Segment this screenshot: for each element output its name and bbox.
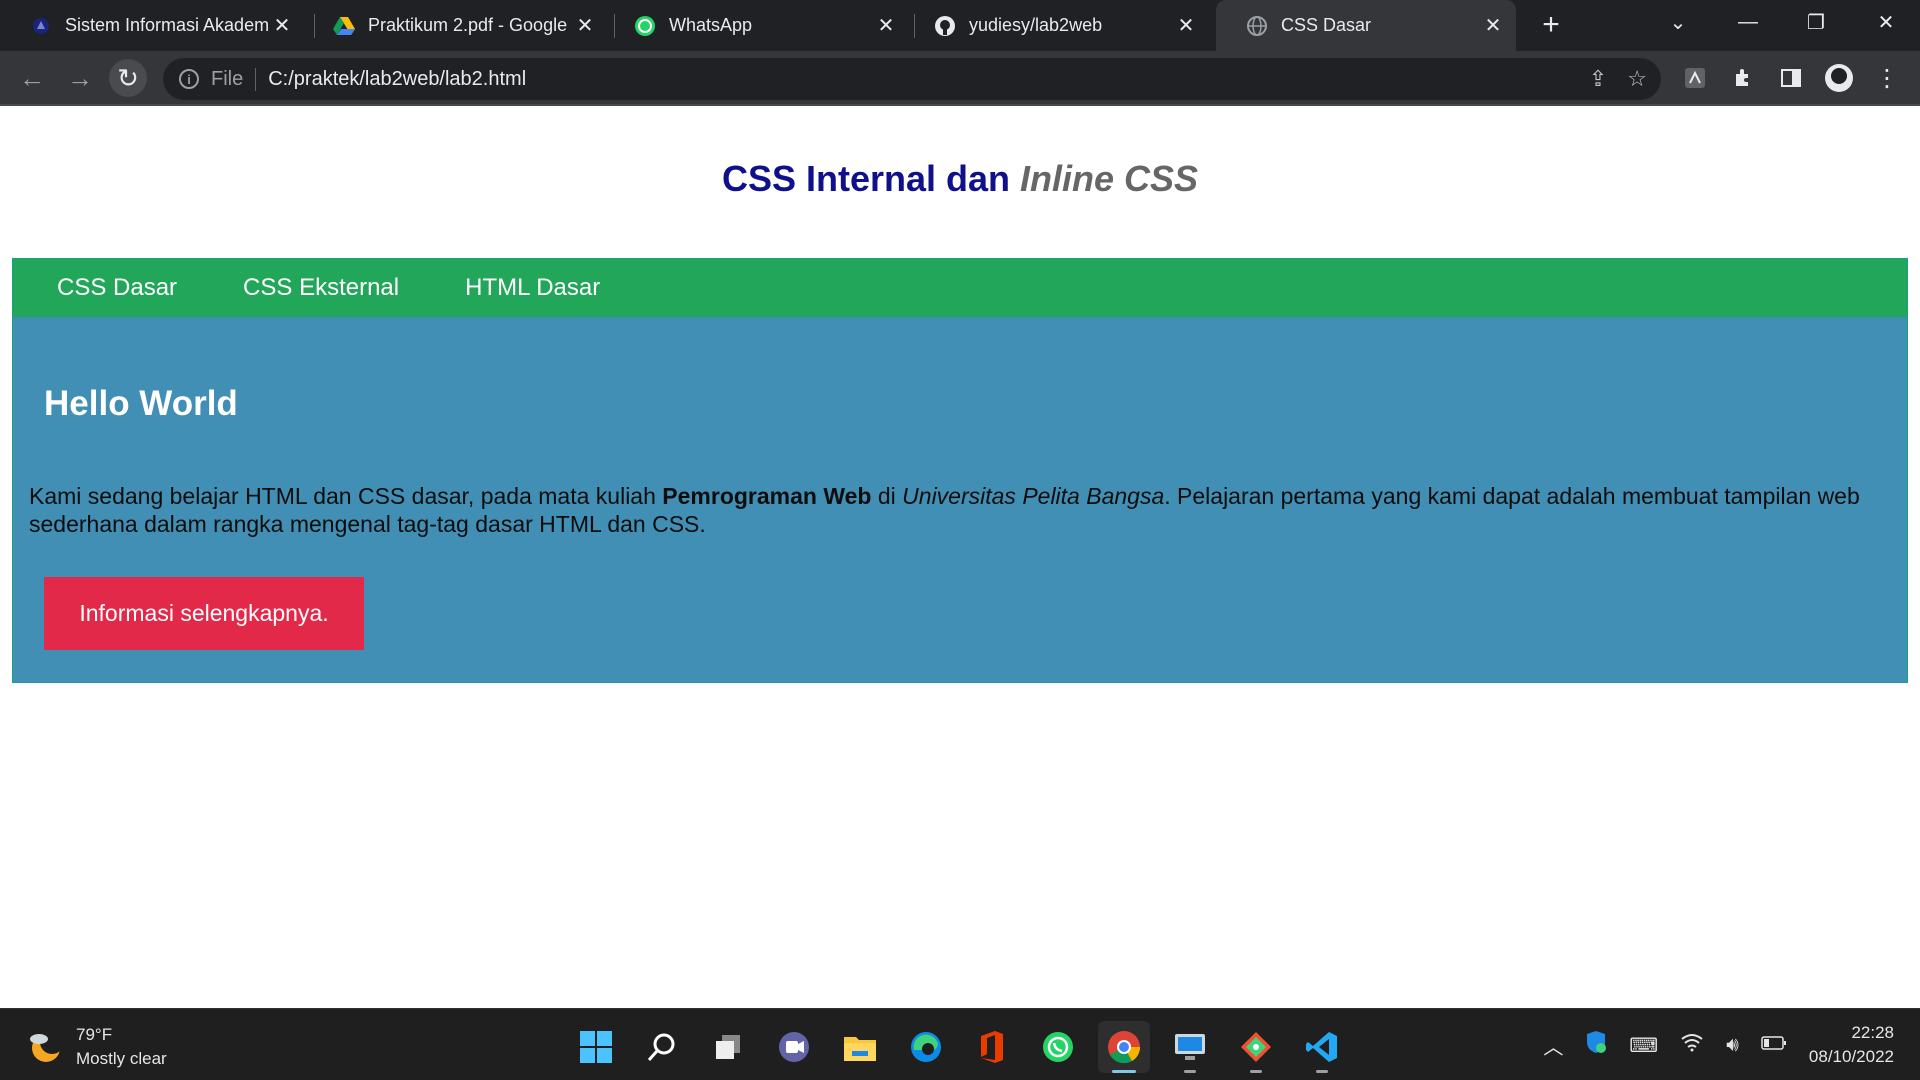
hero-text-1: Kami sedang belajar HTML dan CSS dasar, …	[29, 483, 663, 509]
clock-date: 08/10/2022	[1808, 1047, 1894, 1066]
new-tab-button[interactable]: +	[1534, 8, 1568, 42]
weather-widget[interactable]: 79°F Mostly clear	[26, 1023, 167, 1071]
back-button[interactable]: ←	[13, 59, 51, 97]
address-scheme-label: File	[211, 67, 257, 91]
tab-title: Sistem Informasi Akademik	[65, 15, 269, 35]
university-icon	[30, 15, 52, 37]
close-window-button[interactable]: ✕	[1858, 0, 1914, 44]
nav-link-css-dasar[interactable]: CSS Dasar	[57, 274, 177, 302]
tab-github[interactable]: yudiesy/lab2web ✕	[904, 0, 1209, 51]
tab-search-chevron-icon[interactable]: ⌄	[1650, 0, 1706, 44]
windows-start-icon[interactable]	[570, 1021, 622, 1073]
whatsapp-icon	[634, 15, 656, 37]
remote-desktop-icon[interactable]	[1164, 1021, 1216, 1073]
page-title: CSS Internal dan Inline CSS	[0, 158, 1920, 200]
browser-toolbar: ← → ↻ i File C:/praktek/lab2web/lab2.htm…	[0, 51, 1920, 106]
hero-text-university: Universitas Pelita Bangsa	[902, 483, 1165, 509]
whatsapp-icon[interactable]	[1032, 1021, 1084, 1073]
site-info-icon[interactable]: i	[179, 69, 199, 89]
git-icon[interactable]	[1230, 1021, 1282, 1073]
tab-title: yudiesy/lab2web	[969, 15, 1103, 35]
extensions-puzzle-icon[interactable]	[1724, 59, 1762, 97]
profile-avatar[interactable]	[1820, 59, 1858, 97]
close-tab-icon[interactable]: ✕	[1480, 13, 1506, 39]
tab-sistem-informasi[interactable]: Sistem Informasi Akademik ✕	[0, 0, 305, 51]
google-drive-icon	[333, 15, 355, 37]
search-icon[interactable]	[636, 1021, 688, 1073]
address-url[interactable]: C:/praktek/lab2web/lab2.html	[268, 68, 526, 91]
page-title-main: CSS Internal dan	[721, 158, 1021, 199]
tab-title: WhatsApp	[669, 15, 753, 35]
windows-taskbar: 79°F Mostly clear ︿ ⌨ 🔊︎ 22:28 08/10/202…	[0, 1008, 1920, 1080]
address-actions: ⇪ ☆	[1589, 58, 1647, 100]
file-explorer-icon[interactable]	[834, 1021, 886, 1073]
hero-paragraph: Kami sedang belajar HTML dan CSS dasar, …	[29, 482, 1899, 538]
chevron-up-icon[interactable]: ︿	[1543, 1031, 1563, 1060]
teams-chat-icon[interactable]	[768, 1021, 820, 1073]
close-tab-icon[interactable]: ✕	[269, 13, 295, 39]
task-view-icon[interactable]	[702, 1021, 754, 1073]
browser-tab-strip: Sistem Informasi Akademik ✕ Praktikum 2.…	[0, 0, 1920, 51]
wifi-icon[interactable]	[1680, 1032, 1704, 1058]
more-info-button[interactable]: Informasi selengkapnya.	[44, 577, 364, 650]
nav-link-html-dasar[interactable]: HTML Dasar	[465, 274, 600, 302]
chrome-icon[interactable]	[1098, 1021, 1150, 1073]
globe-icon	[1246, 15, 1268, 37]
address-bar[interactable]: i File C:/praktek/lab2web/lab2.html ⇪ ☆	[163, 58, 1661, 100]
hero-text-course: Pemrograman Web	[662, 483, 872, 509]
taskbar-apps	[570, 1021, 1348, 1073]
system-clock[interactable]: 22:28 08/10/2022	[1809, 1021, 1894, 1069]
volume-icon[interactable]: 🔊︎	[1726, 1034, 1739, 1057]
forward-button[interactable]: →	[61, 59, 99, 97]
close-tab-icon[interactable]: ✕	[1173, 13, 1199, 39]
weather-description: Mostly clear	[76, 1049, 167, 1068]
running-app-indicator	[1316, 1070, 1328, 1073]
system-tray: ︿ ⌨ 🔊︎ 22:28 08/10/2022	[1543, 1009, 1920, 1080]
share-icon[interactable]: ⇪	[1589, 66, 1607, 92]
close-tab-icon[interactable]: ✕	[572, 13, 598, 39]
clock-time: 22:28	[1851, 1023, 1894, 1042]
site-nav: CSS Dasar CSS Eksternal HTML Dasar	[13, 259, 1907, 317]
tab-css-dasar[interactable]: CSS Dasar ✕	[1216, 0, 1516, 51]
pdf-extension-icon[interactable]	[1676, 59, 1714, 97]
vscode-icon[interactable]	[1296, 1021, 1348, 1073]
tab-title: Praktikum 2.pdf - Google Drive	[368, 15, 572, 35]
battery-icon[interactable]	[1761, 1034, 1787, 1057]
content-container: CSS Dasar CSS Eksternal HTML Dasar Hello…	[12, 258, 1908, 683]
security-shield-icon[interactable]	[1585, 1030, 1607, 1060]
bookmark-star-icon[interactable]: ☆	[1627, 66, 1647, 92]
keyboard-icon[interactable]: ⌨	[1629, 1033, 1658, 1058]
running-app-indicator	[1184, 1070, 1196, 1073]
hero-text-2: di	[871, 483, 903, 509]
hero-title: Hello World	[44, 384, 238, 423]
tab-praktikum-pdf[interactable]: Praktikum 2.pdf - Google Drive ✕	[303, 0, 608, 51]
web-page: CSS Internal dan Inline CSS CSS Dasar CS…	[0, 108, 1920, 1008]
running-app-indicator	[1250, 1070, 1262, 1073]
github-icon	[934, 15, 956, 37]
moon-weather-icon	[26, 1027, 66, 1067]
minimize-button[interactable]: —	[1720, 0, 1776, 44]
browser-menu-icon[interactable]: ⋮	[1868, 59, 1906, 97]
weather-temperature: 79°F	[76, 1025, 113, 1044]
close-tab-icon[interactable]: ✕	[873, 13, 899, 39]
edge-icon[interactable]	[900, 1021, 952, 1073]
restore-button[interactable]: ❐	[1788, 0, 1844, 44]
active-app-indicator	[1112, 1070, 1136, 1073]
reload-button[interactable]: ↻	[109, 59, 147, 97]
tab-title: CSS Dasar	[1281, 15, 1372, 35]
hero-section: Hello World Kami sedang belajar HTML dan…	[13, 317, 1907, 682]
office-icon[interactable]	[966, 1021, 1018, 1073]
side-panel-icon[interactable]	[1772, 59, 1810, 97]
page-title-emphasis: Inline CSS	[1020, 158, 1199, 199]
tab-whatsapp[interactable]: WhatsApp ✕	[604, 0, 909, 51]
nav-link-css-eksternal[interactable]: CSS Eksternal	[243, 274, 399, 302]
